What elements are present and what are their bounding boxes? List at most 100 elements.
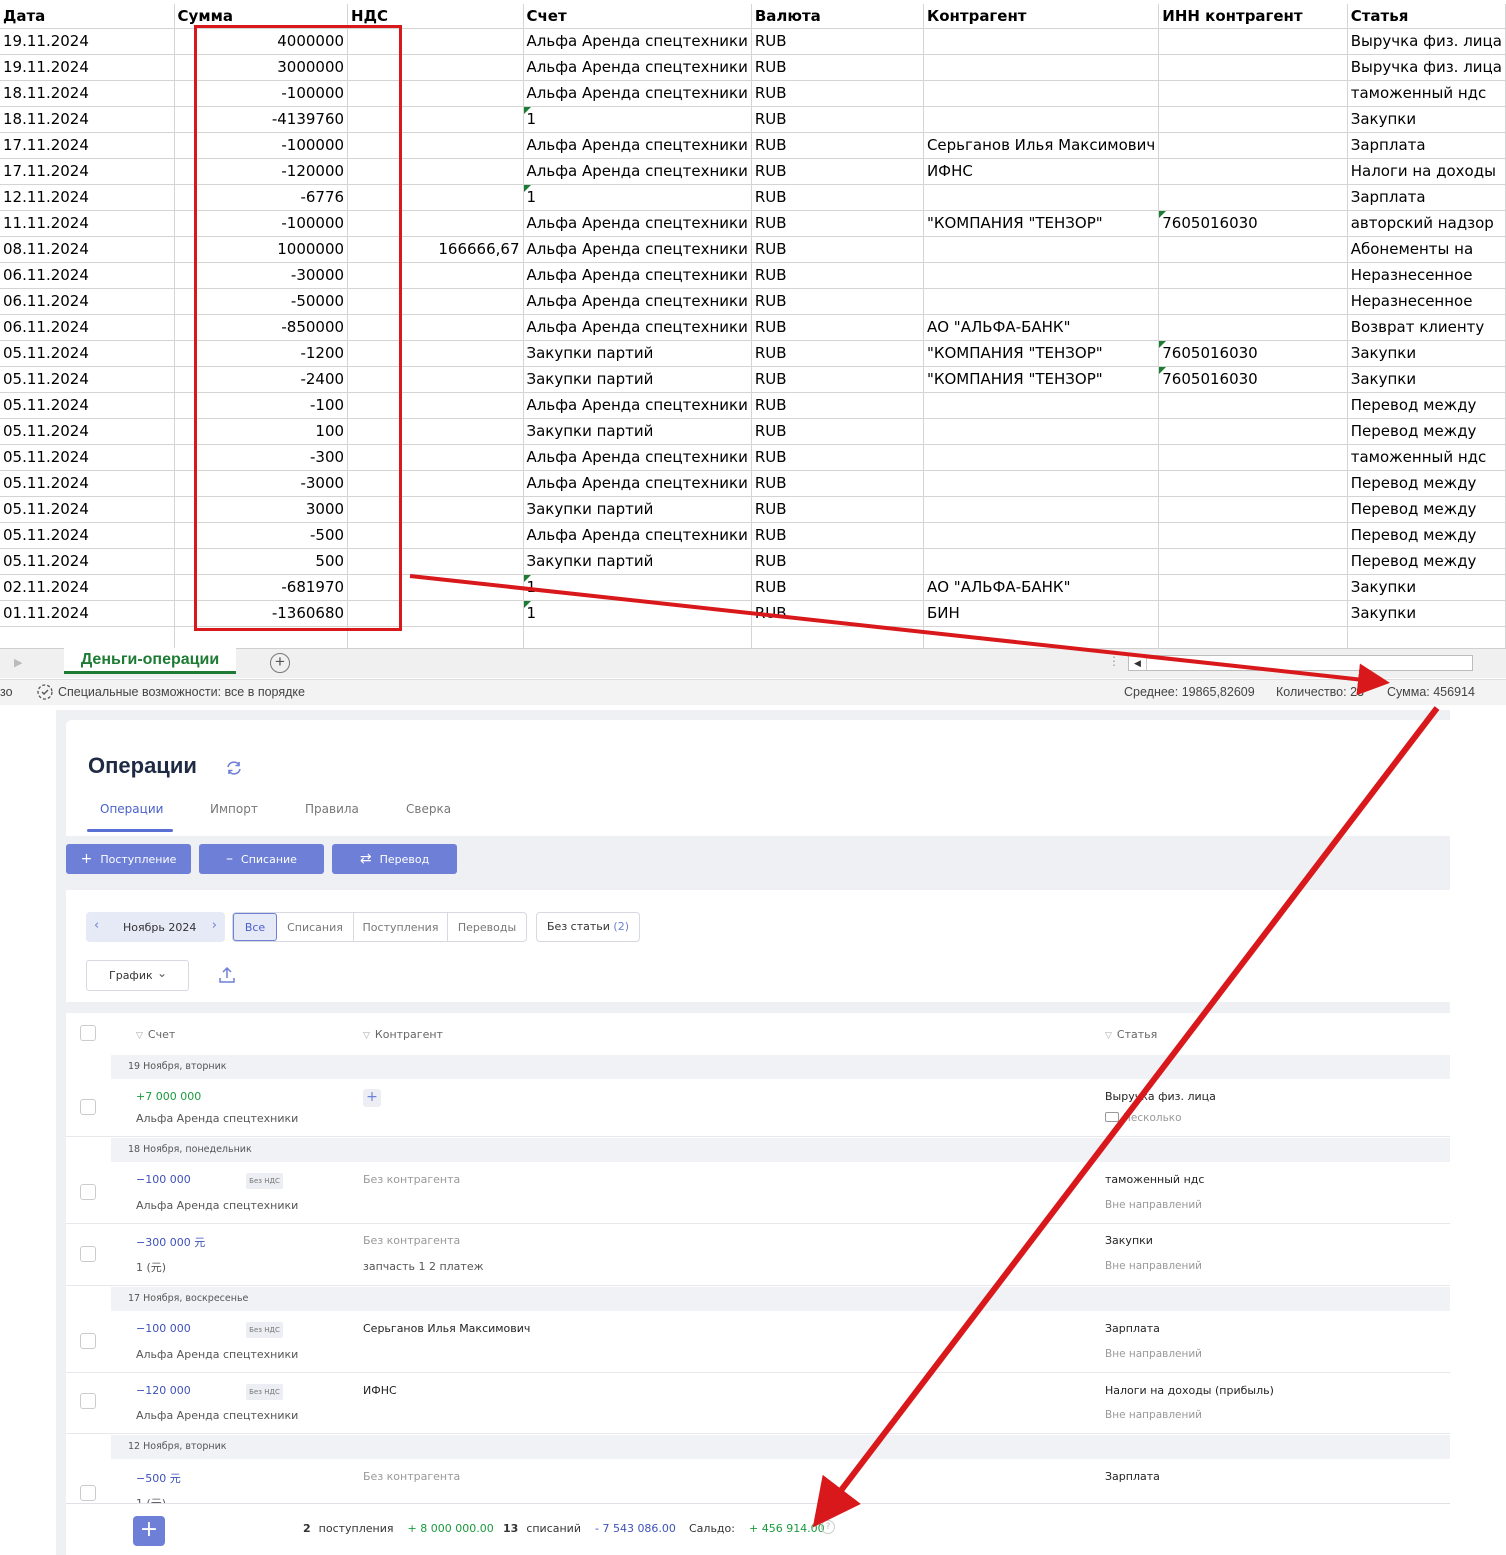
operation-row[interactable]: −300 000 元 1 (元) Без контрагента запчаст… [66, 1224, 1450, 1286]
cell-article[interactable]: Возврат клиенту [1347, 314, 1506, 341]
cell-date[interactable]: 05.11.2024 [0, 340, 175, 367]
cell-inn[interactable] [1158, 158, 1348, 185]
cell-article[interactable]: Неразнесенное [1347, 262, 1506, 289]
cell-article[interactable]: Неразнесенное [1347, 288, 1506, 315]
cell-article[interactable]: Перевод между [1347, 496, 1506, 523]
cell-currency[interactable]: RUB [751, 262, 924, 289]
cell-counterparty[interactable] [923, 106, 1160, 133]
cell-counterparty[interactable]: АО "АЛЬФА-БАНК" [923, 314, 1160, 341]
cell-inn[interactable] [1158, 522, 1348, 549]
filter-expenses[interactable]: Списания [277, 913, 354, 941]
cell-counterparty[interactable] [923, 444, 1160, 471]
cell-inn[interactable] [1158, 392, 1348, 419]
cell-counterparty[interactable] [923, 522, 1160, 549]
cell-account[interactable]: Закупки партий [523, 366, 752, 393]
cell-date[interactable]: 05.11.2024 [0, 496, 175, 523]
filter-all[interactable]: Все [233, 913, 277, 941]
cell-counterparty[interactable]: "КОМПАНИЯ "ТЕНЗОР" [923, 340, 1160, 367]
cell-currency[interactable]: RUB [751, 444, 924, 471]
cell-currency[interactable]: RUB [751, 522, 924, 549]
cell-inn[interactable]: 7605016030 [1158, 210, 1348, 237]
cell-currency[interactable]: RUB [751, 314, 924, 341]
cell-date[interactable]: 02.11.2024 [0, 574, 175, 601]
cell-account[interactable]: Закупки партий [523, 496, 752, 523]
refresh-icon[interactable] [224, 758, 244, 778]
cell-date[interactable]: 01.11.2024 [0, 600, 175, 627]
cell-article[interactable]: Перевод между [1347, 470, 1506, 497]
cell-inn[interactable] [1158, 80, 1348, 107]
cell-date[interactable]: 18.11.2024 [0, 106, 175, 133]
cell-inn[interactable] [1158, 54, 1348, 81]
accessibility-status[interactable]: Специальные возможности: все в порядке [58, 685, 305, 699]
cell-account[interactable]: Альфа Аренда спецтехники [523, 210, 752, 237]
cell-account[interactable]: 1 [523, 574, 752, 601]
cell-article[interactable]: Абонементы на [1347, 236, 1506, 263]
cell-article[interactable]: Перевод между [1347, 418, 1506, 445]
cell-inn[interactable] [1158, 184, 1348, 211]
cell-counterparty[interactable] [923, 418, 1160, 445]
cell-article[interactable]: Выручка физ. лица [1347, 28, 1506, 55]
cell-date[interactable]: 05.11.2024 [0, 548, 175, 575]
cell-account[interactable]: Альфа Аренда спецтехники [523, 80, 752, 107]
cell-currency[interactable]: RUB [751, 574, 924, 601]
cell-inn[interactable]: 7605016030 [1158, 340, 1348, 367]
cell-date[interactable]: 05.11.2024 [0, 522, 175, 549]
row-checkbox[interactable] [80, 1184, 96, 1200]
cell-account[interactable]: Альфа Аренда спецтехники [523, 392, 752, 419]
cell-account[interactable]: Альфа Аренда спецтехники [523, 522, 752, 549]
cell-account[interactable]: Закупки партий [523, 548, 752, 575]
next-month-icon[interactable]: › [212, 918, 217, 933]
cell-currency[interactable]: RUB [751, 418, 924, 445]
cell-currency[interactable]: RUB [751, 184, 924, 211]
month-picker[interactable]: ‹ Ноябрь 2024 › [86, 912, 225, 942]
cell-article[interactable]: Закупки [1347, 600, 1506, 627]
cell-inn[interactable] [1158, 132, 1348, 159]
cell-account[interactable]: Закупки партий [523, 340, 752, 367]
row-checkbox[interactable] [80, 1393, 96, 1409]
cell-currency[interactable]: RUB [751, 340, 924, 367]
splitter-handle-icon[interactable]: ⋮ [1108, 654, 1120, 668]
cell-inn[interactable] [1158, 574, 1348, 601]
cell-article[interactable]: Закупки [1347, 366, 1506, 393]
cell-article[interactable]: Перевод между [1347, 392, 1506, 419]
cell-currency[interactable]: RUB [751, 158, 924, 185]
help-icon[interactable]: ? [821, 1520, 835, 1534]
cell-inn[interactable] [1158, 106, 1348, 133]
upload-icon[interactable] [218, 966, 236, 984]
col-header-counterparty[interactable]: Контрагент [923, 4, 1160, 29]
filter-icon[interactable]: ▽ [136, 1031, 143, 1041]
cell-article[interactable]: Закупки [1347, 574, 1506, 601]
cell-inn[interactable] [1158, 236, 1348, 263]
cell-date[interactable]: 08.11.2024 [0, 236, 175, 263]
cell-account[interactable]: 1 [523, 106, 752, 133]
cell-article[interactable]: таможенный ндс [1347, 80, 1506, 107]
cell-account[interactable]: Альфа Аренда спецтехники [523, 28, 752, 55]
cell-date[interactable]: 12.11.2024 [0, 184, 175, 211]
cell-counterparty[interactable] [923, 548, 1160, 575]
cell-currency[interactable]: RUB [751, 600, 924, 627]
operation-row[interactable]: −100 000 Без НДС Альфа Аренда спецтехник… [66, 1162, 1450, 1224]
cell-date[interactable]: 19.11.2024 [0, 54, 175, 81]
row-checkbox[interactable] [80, 1485, 96, 1501]
tab-rules[interactable]: Правила [305, 802, 359, 816]
cell-date[interactable]: 06.11.2024 [0, 262, 175, 289]
cell-account[interactable]: Альфа Аренда спецтехники [523, 444, 752, 471]
col-header-account[interactable]: Счет [523, 4, 752, 29]
cell-counterparty[interactable] [923, 236, 1160, 263]
cell-currency[interactable]: RUB [751, 470, 924, 497]
cell-account[interactable]: 1 [523, 184, 752, 211]
cell-date[interactable]: 06.11.2024 [0, 288, 175, 315]
cell-date[interactable]: 17.11.2024 [0, 132, 175, 159]
cell-article[interactable]: Перевод между [1347, 548, 1506, 575]
cell-currency[interactable]: RUB [751, 28, 924, 55]
cell-counterparty[interactable] [923, 496, 1160, 523]
cell-account[interactable]: Альфа Аренда спецтехники [523, 262, 752, 289]
col-counterparty[interactable]: ▽ Контрагент [363, 1028, 443, 1041]
cell-account[interactable]: 1 [523, 600, 752, 627]
col-header-currency[interactable]: Валюта [751, 4, 924, 29]
row-checkbox[interactable] [80, 1333, 96, 1349]
cell-currency[interactable]: RUB [751, 392, 924, 419]
cell-currency[interactable]: RUB [751, 54, 924, 81]
no-article-filter[interactable]: Без статьи (2) [536, 912, 640, 942]
operation-row[interactable]: −100 000 Без НДС Альфа Аренда спецтехник… [66, 1311, 1450, 1373]
